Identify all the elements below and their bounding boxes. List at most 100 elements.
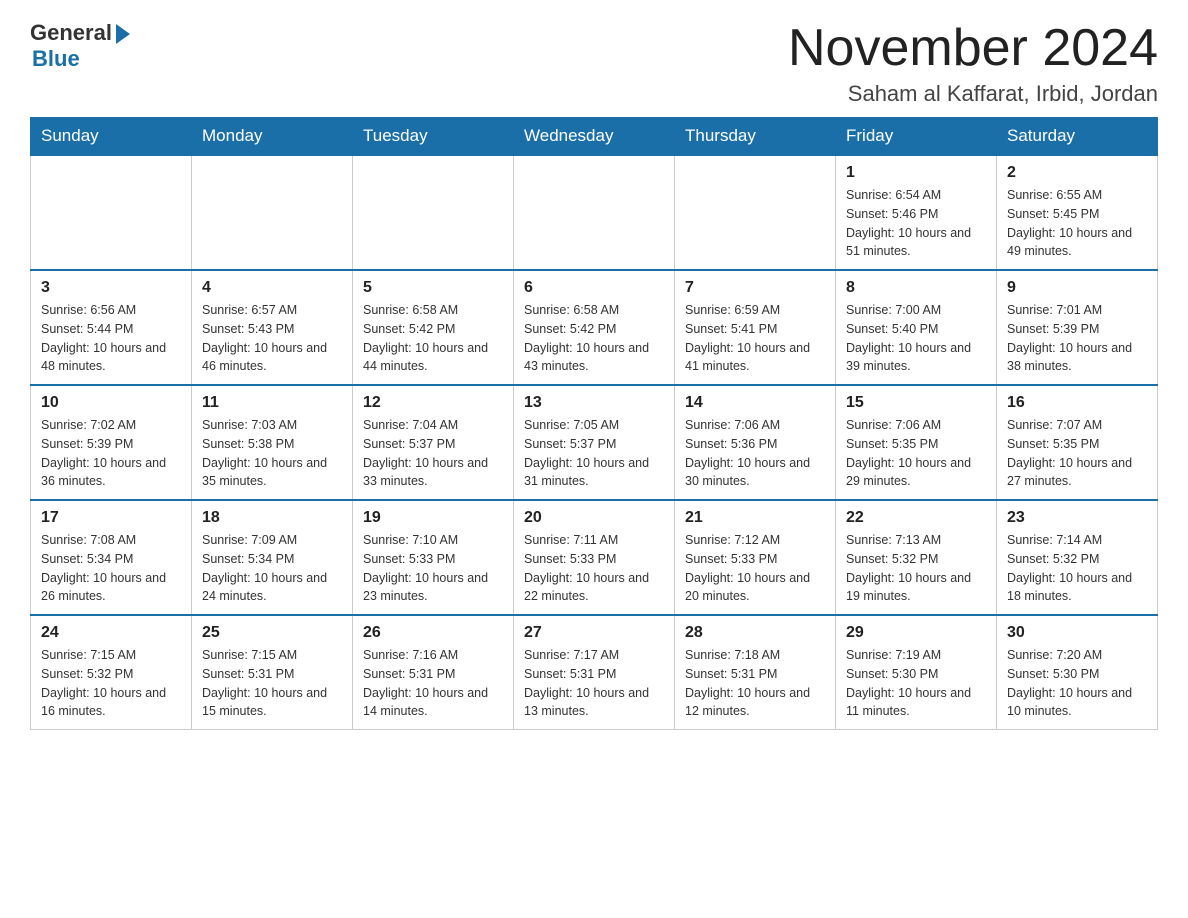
calendar-cell: 17Sunrise: 7:08 AM Sunset: 5:34 PM Dayli… — [31, 500, 192, 615]
day-info: Sunrise: 7:01 AM Sunset: 5:39 PM Dayligh… — [1007, 301, 1147, 376]
calendar-cell: 15 Sunrise: 7:06 AM Sunset: 5:35 PM Dayli… — [836, 385, 997, 500]
day-number: 5 — [363, 279, 503, 297]
calendar-cell: 10Sunrise: 7:02 AM Sunset: 5:39 PM Dayli… — [31, 385, 192, 500]
day-number: 25 — [202, 624, 342, 642]
calendar-cell: 26 Sunrise: 7:16 AM Sunset: 5:31 PM Dayli… — [353, 615, 514, 730]
day-info: Sunrise: 7:17 AM Sunset: 5:31 PM Dayligh… — [524, 646, 664, 721]
calendar-cell: 30Sunrise: 7:20 AM Sunset: 5:30 PM Dayli… — [997, 615, 1158, 730]
calendar-cell: 24 Sunrise: 7:15 AM Sunset: 5:32 PM Dayli… — [31, 615, 192, 730]
week-row-5: 24 Sunrise: 7:15 AM Sunset: 5:32 PM Dayli… — [31, 615, 1158, 730]
day-info: Sunrise: 7:15 AM Sunset: 5:32 PM Dayligh… — [41, 646, 181, 721]
calendar-cell — [514, 155, 675, 270]
calendar-cell — [192, 155, 353, 270]
day-info: Sunrise: 7:10 AM Sunset: 5:33 PM Dayligh… — [363, 531, 503, 606]
day-number: 29 — [846, 624, 986, 642]
day-number: 18 — [202, 509, 342, 527]
title-block: November 2024 Saham al Kaffarat, Irbid, … — [788, 20, 1158, 107]
weekday-header-saturday: Saturday — [997, 118, 1158, 156]
day-number: 7 — [685, 279, 825, 297]
logo: General Blue — [30, 20, 130, 72]
weekday-header-row: SundayMondayTuesdayWednesdayThursdayFrid… — [31, 118, 1158, 156]
day-number: 1 — [846, 164, 986, 182]
day-number: 20 — [524, 509, 664, 527]
weekday-header-sunday: Sunday — [31, 118, 192, 156]
calendar-cell: 2 Sunrise: 6:55 AM Sunset: 5:45 PM Daylig… — [997, 155, 1158, 270]
logo-arrow-icon — [116, 24, 130, 44]
day-number: 12 — [363, 394, 503, 412]
day-info: Sunrise: 6:55 AM Sunset: 5:45 PM Dayligh… — [1007, 186, 1147, 261]
calendar-cell: 29 Sunrise: 7:19 AM Sunset: 5:30 PM Dayli… — [836, 615, 997, 730]
page-header: General Blue November 2024 Saham al Kaff… — [30, 20, 1158, 107]
day-number: 28 — [685, 624, 825, 642]
calendar-cell: 4Sunrise: 6:57 AM Sunset: 5:43 PM Daylig… — [192, 270, 353, 385]
day-number: 13 — [524, 394, 664, 412]
day-number: 21 — [685, 509, 825, 527]
day-number: 24 — [41, 624, 181, 642]
weekday-header-friday: Friday — [836, 118, 997, 156]
day-info: Sunrise: 6:54 AM Sunset: 5:46 PM Dayligh… — [846, 186, 986, 261]
day-info: Sunrise: 7:19 AM Sunset: 5:30 PM Dayligh… — [846, 646, 986, 721]
weekday-header-monday: Monday — [192, 118, 353, 156]
day-number: 2 — [1007, 164, 1147, 182]
day-info: Sunrise: 7:08 AM Sunset: 5:34 PM Dayligh… — [41, 531, 181, 606]
calendar-cell: 19 Sunrise: 7:10 AM Sunset: 5:33 PM Dayli… — [353, 500, 514, 615]
calendar-cell: 11 Sunrise: 7:03 AM Sunset: 5:38 PM Dayli… — [192, 385, 353, 500]
day-info: Sunrise: 7:11 AM Sunset: 5:33 PM Dayligh… — [524, 531, 664, 606]
weekday-header-thursday: Thursday — [675, 118, 836, 156]
day-number: 16 — [1007, 394, 1147, 412]
calendar-cell: 7 Sunrise: 6:59 AM Sunset: 5:41 PM Daylig… — [675, 270, 836, 385]
day-info: Sunrise: 6:56 AM Sunset: 5:44 PM Dayligh… — [41, 301, 181, 376]
week-row-4: 17Sunrise: 7:08 AM Sunset: 5:34 PM Dayli… — [31, 500, 1158, 615]
day-number: 22 — [846, 509, 986, 527]
calendar-cell: 6Sunrise: 6:58 AM Sunset: 5:42 PM Daylig… — [514, 270, 675, 385]
day-info: Sunrise: 6:58 AM Sunset: 5:42 PM Dayligh… — [363, 301, 503, 376]
day-info: Sunrise: 7:18 AM Sunset: 5:31 PM Dayligh… — [685, 646, 825, 721]
calendar-cell: 5 Sunrise: 6:58 AM Sunset: 5:42 PM Daylig… — [353, 270, 514, 385]
day-number: 26 — [363, 624, 503, 642]
day-info: Sunrise: 7:20 AM Sunset: 5:30 PM Dayligh… — [1007, 646, 1147, 721]
calendar-cell: 18 Sunrise: 7:09 AM Sunset: 5:34 PM Dayli… — [192, 500, 353, 615]
day-info: Sunrise: 7:12 AM Sunset: 5:33 PM Dayligh… — [685, 531, 825, 606]
logo-blue-text: Blue — [32, 46, 80, 72]
day-info: Sunrise: 7:16 AM Sunset: 5:31 PM Dayligh… — [363, 646, 503, 721]
day-info: Sunrise: 6:59 AM Sunset: 5:41 PM Dayligh… — [685, 301, 825, 376]
day-info: Sunrise: 7:00 AM Sunset: 5:40 PM Dayligh… — [846, 301, 986, 376]
calendar-cell: 20 Sunrise: 7:11 AM Sunset: 5:33 PM Dayli… — [514, 500, 675, 615]
day-info: Sunrise: 7:14 AM Sunset: 5:32 PM Dayligh… — [1007, 531, 1147, 606]
day-number: 15 — [846, 394, 986, 412]
calendar-cell: 9Sunrise: 7:01 AM Sunset: 5:39 PM Daylig… — [997, 270, 1158, 385]
day-number: 27 — [524, 624, 664, 642]
day-number: 8 — [846, 279, 986, 297]
day-info: Sunrise: 7:05 AM Sunset: 5:37 PM Dayligh… — [524, 416, 664, 491]
calendar-cell — [675, 155, 836, 270]
calendar-cell: 28 Sunrise: 7:18 AM Sunset: 5:31 PM Dayli… — [675, 615, 836, 730]
calendar-cell: 22 Sunrise: 7:13 AM Sunset: 5:32 PM Dayli… — [836, 500, 997, 615]
calendar-cell: 12Sunrise: 7:04 AM Sunset: 5:37 PM Dayli… — [353, 385, 514, 500]
day-info: Sunrise: 7:06 AM Sunset: 5:35 PM Dayligh… — [846, 416, 986, 491]
calendar-cell — [31, 155, 192, 270]
day-number: 19 — [363, 509, 503, 527]
day-number: 10 — [41, 394, 181, 412]
calendar-cell: 3Sunrise: 6:56 AM Sunset: 5:44 PM Daylig… — [31, 270, 192, 385]
week-row-1: 1 Sunrise: 6:54 AM Sunset: 5:46 PM Daylig… — [31, 155, 1158, 270]
day-info: Sunrise: 6:57 AM Sunset: 5:43 PM Dayligh… — [202, 301, 342, 376]
calendar-table: SundayMondayTuesdayWednesdayThursdayFrid… — [30, 117, 1158, 730]
calendar-cell: 21 Sunrise: 7:12 AM Sunset: 5:33 PM Dayli… — [675, 500, 836, 615]
day-info: Sunrise: 7:07 AM Sunset: 5:35 PM Dayligh… — [1007, 416, 1147, 491]
week-row-3: 10Sunrise: 7:02 AM Sunset: 5:39 PM Dayli… — [31, 385, 1158, 500]
day-info: Sunrise: 7:03 AM Sunset: 5:38 PM Dayligh… — [202, 416, 342, 491]
day-info: Sunrise: 7:13 AM Sunset: 5:32 PM Dayligh… — [846, 531, 986, 606]
day-info: Sunrise: 7:09 AM Sunset: 5:34 PM Dayligh… — [202, 531, 342, 606]
day-number: 14 — [685, 394, 825, 412]
calendar-cell: 27 Sunrise: 7:17 AM Sunset: 5:31 PM Dayli… — [514, 615, 675, 730]
day-number: 11 — [202, 394, 342, 412]
weekday-header-tuesday: Tuesday — [353, 118, 514, 156]
day-info: Sunrise: 7:15 AM Sunset: 5:31 PM Dayligh… — [202, 646, 342, 721]
calendar-cell: 25 Sunrise: 7:15 AM Sunset: 5:31 PM Dayli… — [192, 615, 353, 730]
week-row-2: 3Sunrise: 6:56 AM Sunset: 5:44 PM Daylig… — [31, 270, 1158, 385]
location-text: Saham al Kaffarat, Irbid, Jordan — [788, 81, 1158, 107]
calendar-cell: 8 Sunrise: 7:00 AM Sunset: 5:40 PM Daylig… — [836, 270, 997, 385]
day-number: 23 — [1007, 509, 1147, 527]
calendar-cell — [353, 155, 514, 270]
calendar-cell: 16 Sunrise: 7:07 AM Sunset: 5:35 PM Dayli… — [997, 385, 1158, 500]
